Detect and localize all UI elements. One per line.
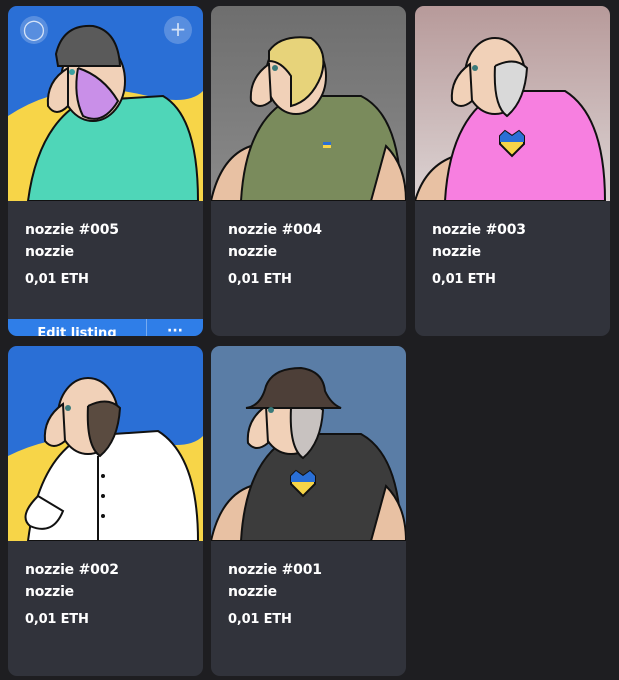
nft-title: nozzie #002 (25, 562, 119, 578)
nft-image[interactable]: ◯ + (8, 6, 203, 201)
nft-card[interactable]: ◯ + nozzie #005 nozzie 0,01 ETH Edit lis… (8, 6, 203, 336)
nft-price: 0,01 ETH (228, 272, 292, 287)
nft-price: 0,01 ETH (228, 612, 292, 627)
nft-title: nozzie #004 (228, 222, 322, 238)
nft-image[interactable] (415, 6, 610, 201)
nft-image[interactable] (211, 346, 406, 541)
edit-listing-bar: Edit listing ··· (8, 319, 203, 336)
nft-image[interactable] (211, 6, 406, 201)
nft-title: nozzie #003 (432, 222, 526, 238)
nft-avatar-icon (211, 346, 406, 541)
nft-collection[interactable]: nozzie (25, 584, 74, 600)
nft-avatar-icon (211, 6, 406, 201)
nft-avatar-icon (415, 6, 610, 201)
nft-collection[interactable]: nozzie (228, 244, 277, 260)
nft-price: 0,01 ETH (432, 272, 496, 287)
more-options-button[interactable]: ··· (147, 319, 203, 336)
nft-collection[interactable]: nozzie (25, 244, 74, 260)
nft-card[interactable]: nozzie #002 nozzie 0,01 ETH (8, 346, 203, 676)
nft-card[interactable]: nozzie #001 nozzie 0,01 ETH (211, 346, 406, 676)
nft-card[interactable]: nozzie #003 nozzie 0,01 ETH (415, 6, 610, 336)
nft-price: 0,01 ETH (25, 272, 89, 287)
cart-icon[interactable]: ◯ (20, 16, 48, 44)
nft-image[interactable] (8, 346, 203, 541)
nft-price: 0,01 ETH (25, 612, 89, 627)
edit-listing-button[interactable]: Edit listing (8, 319, 146, 336)
nft-avatar-icon (8, 346, 203, 541)
add-icon[interactable]: + (164, 16, 192, 44)
nft-card[interactable]: nozzie #004 nozzie 0,01 ETH (211, 6, 406, 336)
nft-title: nozzie #001 (228, 562, 322, 578)
nft-title: nozzie #005 (25, 222, 119, 238)
nft-collection[interactable]: nozzie (432, 244, 481, 260)
nft-collection[interactable]: nozzie (228, 584, 277, 600)
